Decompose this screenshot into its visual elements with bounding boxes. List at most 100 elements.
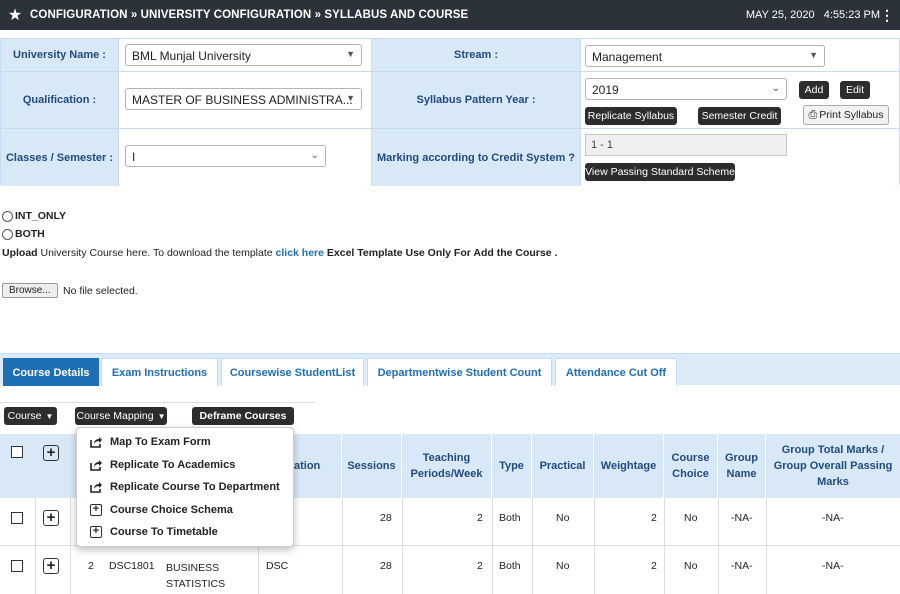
share-icon <box>89 458 103 472</box>
row-checkbox[interactable] <box>11 512 23 524</box>
course-mapping-label: Course Mapping <box>76 410 154 422</box>
menu-item-label: Map To Exam Form <box>110 436 211 448</box>
date-text: MAY 25, 2020 <box>745 9 815 21</box>
cell-sr: 2 <box>88 560 94 572</box>
template-link[interactable]: click here <box>276 247 324 259</box>
course-mapping-menu: Map To Exam Form Replicate To Academics … <box>76 427 294 547</box>
university-cell: BML Munjal University ▼ <box>119 39 372 72</box>
select-all-checkbox[interactable] <box>11 446 23 458</box>
upload-instructions: Upload University Course here. To downlo… <box>2 247 557 259</box>
kebab-menu-icon[interactable]: ⋮ <box>880 7 894 24</box>
upload-text: University Course here. To download the … <box>37 247 276 259</box>
add-button[interactable]: Add <box>799 81 829 99</box>
university-select[interactable]: BML Munjal University ▼ <box>125 44 362 66</box>
cell-teaching: 2 <box>477 560 483 572</box>
caret-down-icon: ▼ <box>809 50 818 60</box>
qualification-select[interactable]: MASTER OF BUSINESS ADMINISTRA... ▼ <box>125 88 362 110</box>
pattern-label: Syllabus Pattern Year : <box>372 72 581 129</box>
caret-down-icon: ▼ <box>45 411 54 421</box>
top-bar: ★ CONFIGURATION » UNIVERSITY CONFIGURATI… <box>0 0 900 30</box>
header-weightage: Weightage <box>594 434 664 498</box>
view-passing-scheme-button[interactable]: View Passing Standard Scheme <box>585 163 735 181</box>
radio-icon[interactable] <box>2 228 13 240</box>
menu-item-map-to-exam-form[interactable]: Map To Exam Form <box>89 433 211 451</box>
expand-row-icon[interactable]: + <box>43 510 59 526</box>
grid-line <box>532 498 533 594</box>
star-icon[interactable]: ★ <box>0 5 30 25</box>
browse-button[interactable]: Browse... <box>2 283 58 298</box>
cell-sessions: 28 <box>380 512 392 524</box>
stream-value: Management <box>592 50 663 64</box>
menu-item-label: Course To Timetable <box>110 526 218 538</box>
header-course-choice: Course Choice <box>664 434 718 498</box>
share-icon <box>89 480 103 494</box>
grid-line <box>664 498 665 594</box>
qualification-cell: MASTER OF BUSINESS ADMINISTRA... ▼ <box>119 72 372 129</box>
chevron-down-icon: ⌄ <box>310 150 319 161</box>
replicate-syllabus-button[interactable]: Replicate Syllabus <box>585 107 677 125</box>
cell-choice: No <box>684 512 698 524</box>
header-group-total-marks: Group Total Marks / Group Overall Passin… <box>773 444 893 488</box>
cell-sessions: 28 <box>380 560 392 572</box>
menu-item-course-choice-schema[interactable]: + Course Choice Schema <box>89 501 233 519</box>
tab-course-details[interactable]: Course Details <box>3 358 99 386</box>
print-syllabus-button[interactable]: ⎙ Print Syllabus <box>803 105 889 125</box>
tab-attendance-cut-off[interactable]: Attendance Cut Off <box>555 358 677 386</box>
upload-suffix: Excel Template Use Only For Add the Cour… <box>323 247 558 259</box>
stream-select[interactable]: Management ▼ <box>585 45 825 67</box>
share-icon <box>89 435 103 449</box>
tab-departmentwise-student-count[interactable]: Departmentwise Student Count <box>367 358 552 386</box>
expand-all-icon[interactable]: + <box>43 445 59 461</box>
edit-button[interactable]: Edit <box>840 81 870 99</box>
course-dropdown-button[interactable]: Course ▼ <box>4 407 57 425</box>
upload-prefix: Upload <box>2 247 38 259</box>
semester-credit-button[interactable]: Semester Credit <box>698 107 781 125</box>
expand-row-icon[interactable]: + <box>43 558 59 574</box>
plus-square-icon: + <box>89 503 103 517</box>
stream-cell: Management ▼ <box>581 39 899 72</box>
grid-line <box>35 498 36 594</box>
marking-value-field: 1 - 1 <box>585 134 787 156</box>
tab-coursewise-studentlist[interactable]: Coursewise StudentList <box>221 358 364 386</box>
grid-line <box>594 498 595 594</box>
cell-choice: No <box>684 560 698 572</box>
tab-bar: Course Details Exam Instructions Coursew… <box>0 353 900 386</box>
menu-item-replicate-to-academics[interactable]: Replicate To Academics <box>89 456 235 474</box>
tab-exam-instructions[interactable]: Exam Instructions <box>101 358 218 386</box>
datetime: MAY 25, 2020 4:55:23 PM <box>746 9 880 21</box>
course-mapping-dropdown-button[interactable]: Course Mapping ▼ <box>75 407 167 425</box>
cell-weightage: 2 <box>651 512 657 524</box>
row-checkbox[interactable] <box>11 560 23 572</box>
header-type: Type <box>492 434 532 498</box>
classes-cell: I ⌄ <box>119 129 372 186</box>
option-int-only[interactable]: INT_ONLY <box>2 210 66 222</box>
cell-type: Both <box>499 560 521 572</box>
breadcrumb: CONFIGURATION » UNIVERSITY CONFIGURATION… <box>30 9 469 21</box>
radio-icon[interactable] <box>2 210 13 222</box>
cell-practical: No <box>556 560 570 572</box>
cell-code: DSC1801 <box>109 560 155 572</box>
grid-line <box>402 498 403 594</box>
marking-cell: 1 - 1 View Passing Standard Scheme <box>581 129 899 186</box>
option-both[interactable]: BOTH <box>2 228 45 240</box>
toolbar-divider <box>0 402 315 403</box>
menu-item-replicate-course-to-department[interactable]: Replicate Course To Department <box>89 478 280 496</box>
classes-label: Classes / Semester : <box>1 129 119 186</box>
both-label: BOTH <box>15 228 45 240</box>
time-text: 4:55:23 PM <box>823 9 880 21</box>
deframe-courses-button[interactable]: Deframe Courses <box>192 407 294 425</box>
file-status: No file selected. <box>63 285 138 297</box>
university-label: University Name : <box>1 39 119 72</box>
university-value: BML Munjal University <box>132 49 251 63</box>
caret-down-icon: ▼ <box>157 411 166 421</box>
print-syllabus-label: Print Syllabus <box>819 109 884 121</box>
qualification-label: Qualification : <box>1 72 119 129</box>
grid-line <box>492 498 493 594</box>
grid-line <box>342 498 343 594</box>
header-teaching-periods: Teaching Periods/Week <box>402 434 492 498</box>
stream-label: Stream : <box>372 39 581 72</box>
menu-item-course-to-timetable[interactable]: + Course To Timetable <box>89 523 218 541</box>
pattern-year-select[interactable]: 2019 ⌄ <box>585 78 787 100</box>
classes-select[interactable]: I ⌄ <box>125 145 326 167</box>
printer-icon: ⎙ <box>808 108 818 121</box>
